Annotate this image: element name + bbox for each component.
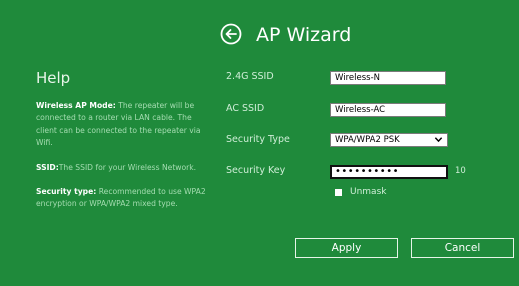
help-term: Wireless AP Mode:: [36, 101, 116, 110]
security-key-length: 10: [455, 166, 466, 176]
help-section-wireless-ap-mode: Wireless AP Mode: The repeater will be c…: [36, 100, 206, 150]
header-bar: AP Wizard: [0, 0, 519, 56]
help-title: Help: [36, 69, 71, 87]
security-key-masked: ••••••••••: [335, 166, 399, 177]
security-type-select[interactable]: WPA/WPA2 PSK: [330, 133, 448, 147]
ssid-ac-label: AC SSID: [226, 103, 265, 114]
help-section-security-type: Security type: Recommended to use WPA2 e…: [36, 186, 206, 211]
help-text: The SSID for your Wireless Network.: [58, 162, 197, 172]
unmask-checkbox[interactable]: Unmask: [335, 186, 386, 198]
ssid-24g-label: 2.4G SSID: [226, 71, 274, 82]
page-title: AP Wizard: [256, 24, 352, 46]
security-key-input[interactable]: ••••••••••: [330, 165, 448, 179]
unmask-label: Unmask: [350, 187, 387, 197]
checkbox-box[interactable]: [335, 188, 342, 196]
help-term: Security type:: [36, 187, 97, 197]
apply-button[interactable]: Apply: [295, 238, 398, 258]
help-section-ssid: SSID:The SSID for your Wireless Network.: [36, 162, 206, 174]
security-type-label: Security Type: [226, 134, 290, 145]
ssid-24g-input[interactable]: [330, 71, 446, 85]
chevron-down-icon: [434, 137, 443, 143]
security-type-value: WPA/WPA2 PSK: [335, 135, 400, 145]
security-key-label: Security Key: [226, 165, 286, 176]
help-panel: Help Wireless AP Mode: The repeater will…: [36, 68, 206, 286]
ssid-ac-input[interactable]: [330, 103, 446, 117]
cancel-button[interactable]: Cancel: [411, 238, 514, 258]
help-term: SSID:: [36, 162, 59, 172]
back-arrow-circle-icon[interactable]: [220, 23, 242, 45]
